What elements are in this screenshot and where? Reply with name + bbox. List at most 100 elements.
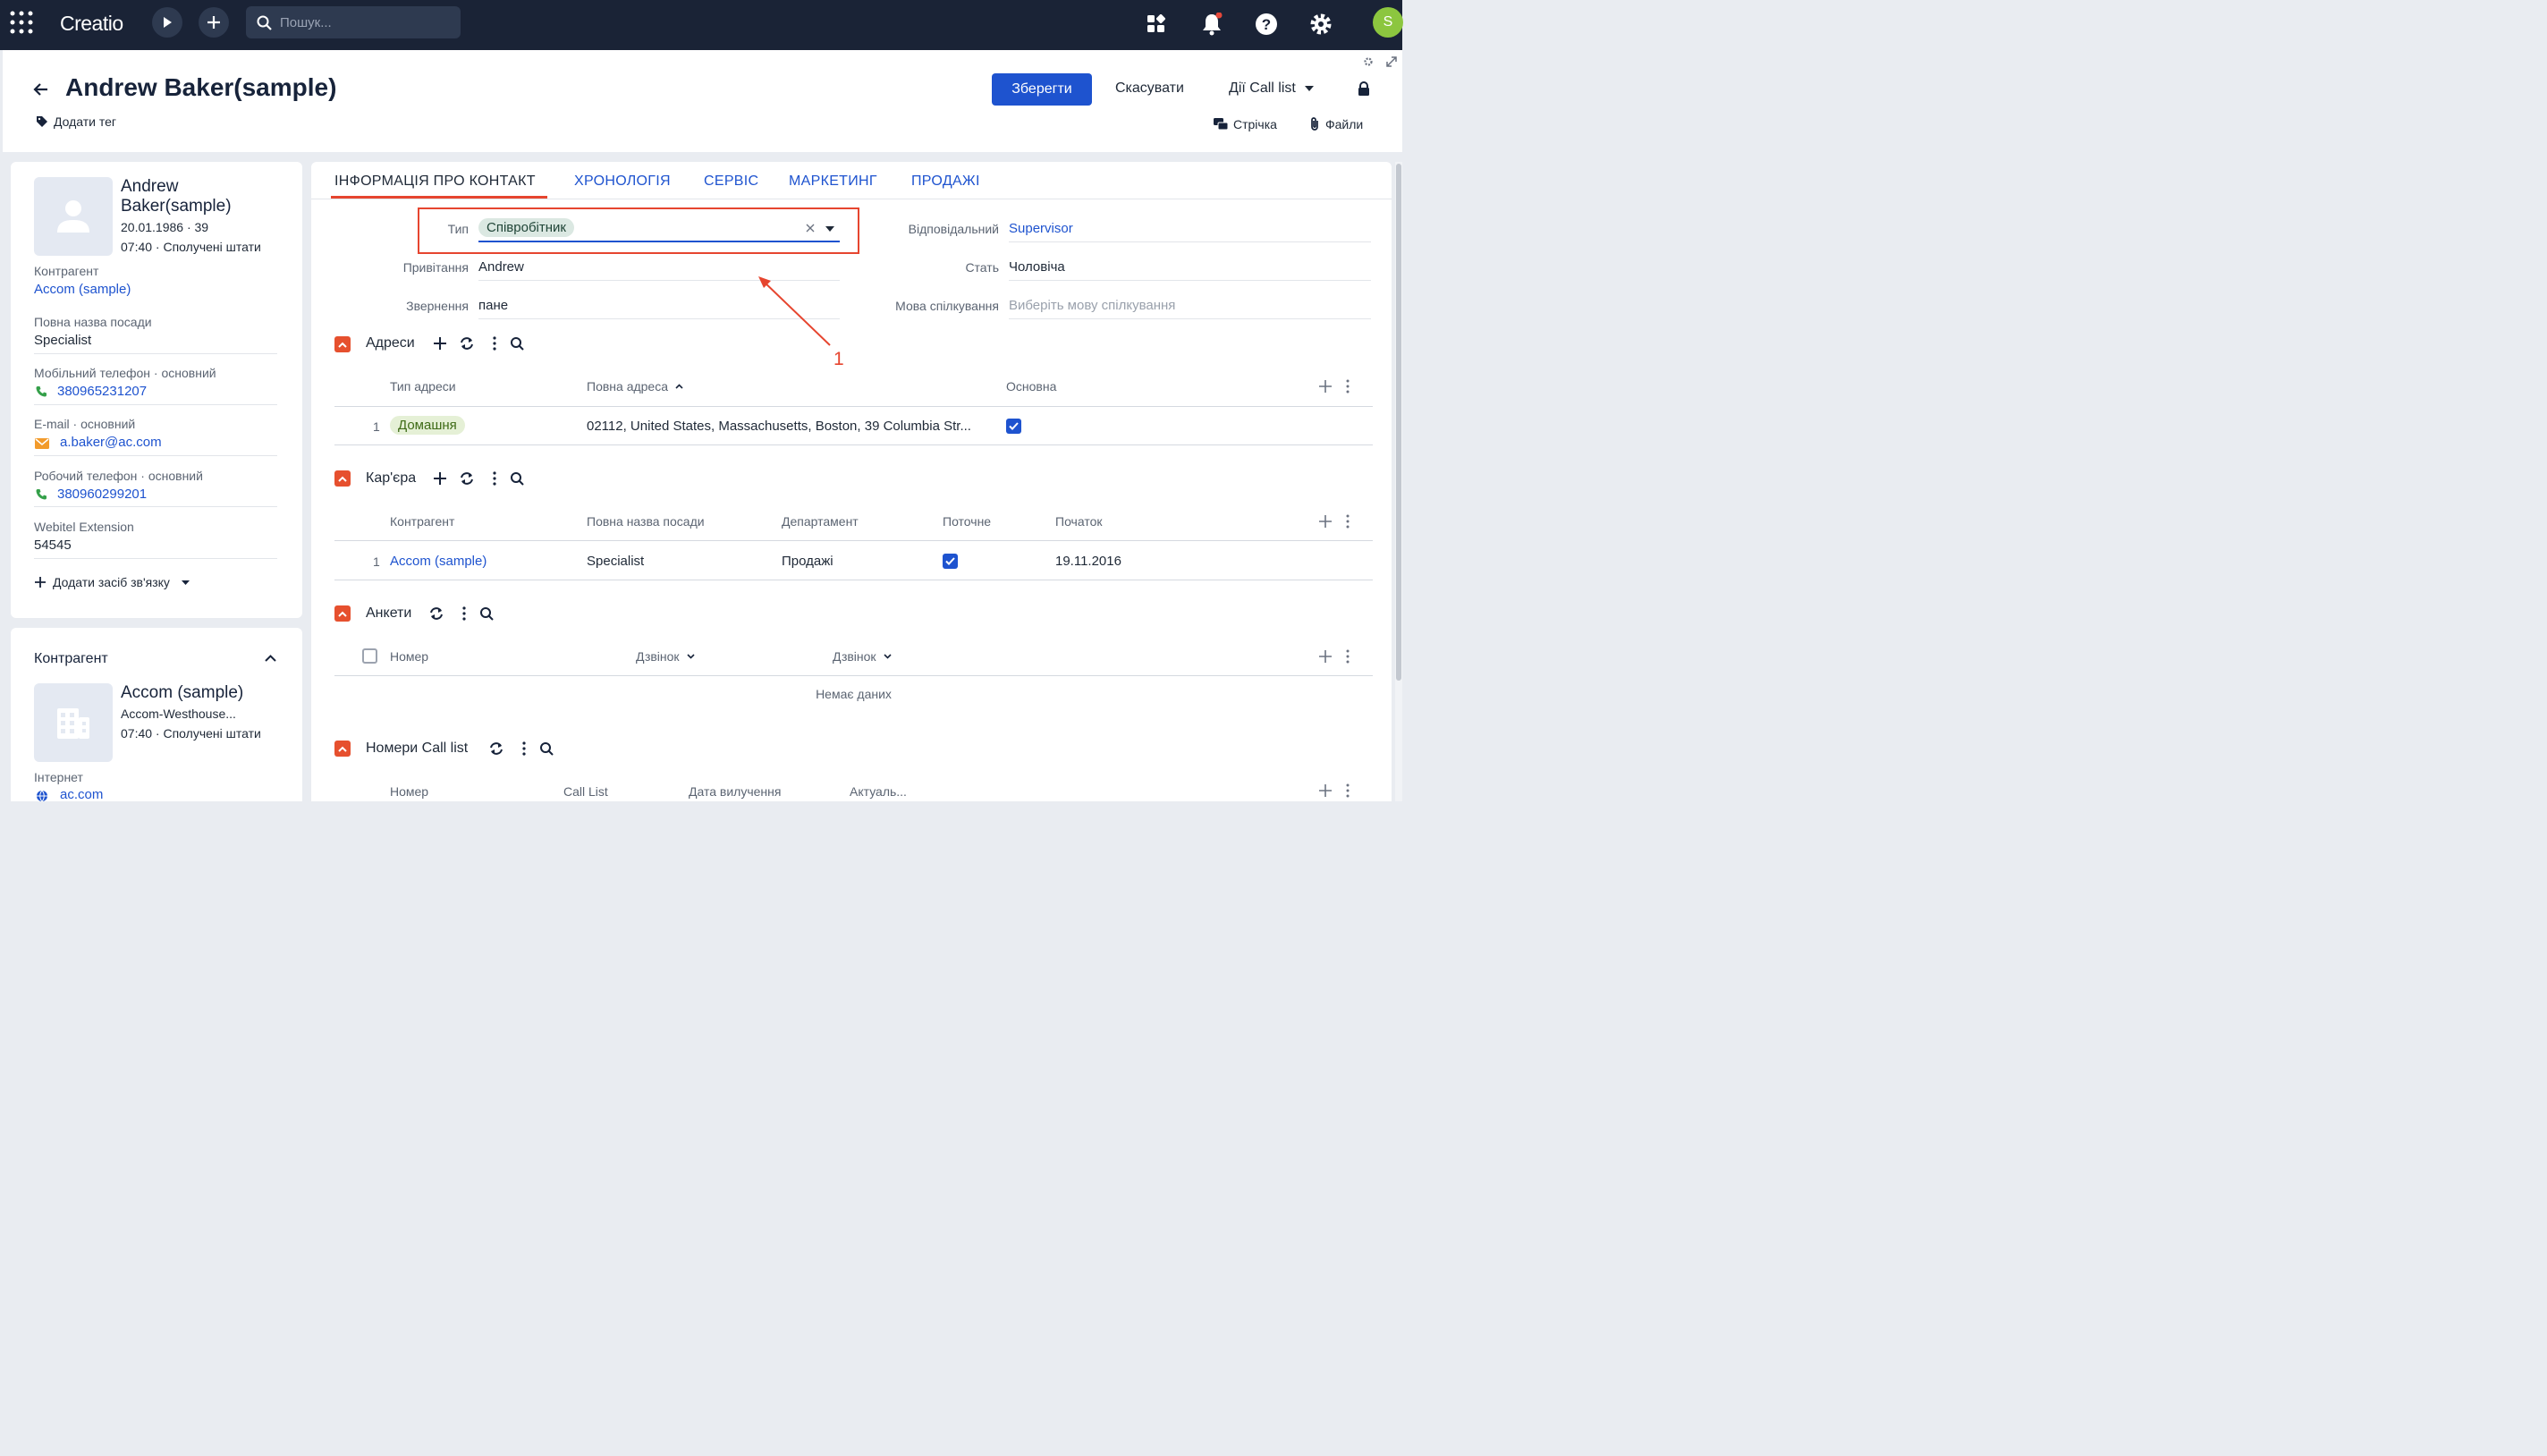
- logo[interactable]: Creatio: [60, 12, 123, 36]
- refresh-icon[interactable]: [489, 741, 503, 756]
- chevron-up-icon[interactable]: [265, 655, 276, 662]
- tab-contact-info[interactable]: ІНФОРМАЦІЯ ПРО КОНТАКТ: [334, 174, 536, 190]
- add-column-icon[interactable]: [1319, 784, 1332, 797]
- type-value-chip[interactable]: Співробітник: [478, 218, 574, 237]
- field-value-mobile[interactable]: 380965231207: [57, 384, 147, 399]
- refresh-icon[interactable]: [460, 471, 474, 486]
- kebab-menu-icon[interactable]: [1346, 649, 1350, 664]
- field-value-work-phone[interactable]: 380960299201: [57, 487, 147, 502]
- save-button[interactable]: Зберегти: [992, 73, 1092, 106]
- career-collapse-toggle[interactable]: [334, 470, 351, 487]
- account-name[interactable]: Accom (sample): [121, 683, 243, 703]
- cancel-button[interactable]: Скасувати: [1115, 80, 1184, 97]
- kebab-menu-icon[interactable]: [1346, 783, 1350, 798]
- add-contact-method-button[interactable]: Додати засіб зв'язку: [34, 575, 190, 589]
- search-icon[interactable]: [539, 741, 554, 756]
- add-icon[interactable]: [434, 337, 446, 350]
- feed-button[interactable]: Стрічка: [1214, 117, 1277, 131]
- settings-small-icon[interactable]: [1364, 57, 1373, 66]
- tab-sales[interactable]: ПРОДАЖІ: [911, 174, 980, 190]
- account-logo[interactable]: [34, 683, 113, 762]
- annotation-number: 1: [833, 349, 844, 369]
- actions-dropdown[interactable]: Дії Call list: [1229, 80, 1314, 97]
- kebab-menu-icon[interactable]: [493, 471, 496, 486]
- refresh-icon[interactable]: [460, 336, 474, 351]
- search-placeholder: Пошук...: [280, 14, 332, 30]
- contact-photo[interactable]: [34, 177, 113, 256]
- lock-icon[interactable]: [1358, 81, 1370, 97]
- current-checkbox[interactable]: [943, 554, 958, 569]
- greeting-value[interactable]: Andrew: [478, 259, 524, 275]
- field-value-email[interactable]: a.baker@ac.com: [60, 435, 162, 450]
- language-label: Мова спілкування: [895, 299, 999, 313]
- search-icon[interactable]: [510, 471, 524, 486]
- search-input[interactable]: Пошук...: [246, 6, 461, 38]
- widgets-icon[interactable]: [1141, 9, 1172, 39]
- user-avatar[interactable]: S: [1373, 7, 1403, 38]
- run-button[interactable]: [152, 7, 182, 38]
- kebab-menu-icon[interactable]: [1346, 514, 1350, 529]
- column-header-call-1[interactable]: Дзвінок: [636, 649, 695, 664]
- back-arrow-icon[interactable]: [33, 81, 49, 97]
- column-header-removal-date[interactable]: Дата вилучення: [689, 784, 781, 799]
- field-value-job[interactable]: Specialist: [34, 333, 91, 348]
- salutation-value[interactable]: пане: [478, 298, 508, 313]
- career-account-cell[interactable]: Accom (sample): [390, 554, 487, 569]
- kebab-menu-icon[interactable]: [493, 336, 496, 351]
- apps-grid-icon[interactable]: [9, 10, 34, 35]
- add-button[interactable]: [199, 7, 229, 38]
- addresses-collapse-toggle[interactable]: [334, 336, 351, 352]
- column-header-primary[interactable]: Основна: [1006, 379, 1056, 394]
- add-column-icon[interactable]: [1319, 515, 1332, 528]
- add-column-icon[interactable]: [1319, 650, 1332, 663]
- gender-value[interactable]: Чоловіча: [1009, 259, 1065, 275]
- clear-icon[interactable]: [806, 224, 815, 233]
- column-header-department[interactable]: Департамент: [782, 514, 859, 529]
- column-header-actual[interactable]: Актуаль...: [850, 784, 907, 799]
- web-value[interactable]: ac.com: [60, 787, 103, 802]
- column-header-job-title[interactable]: Повна назва посади: [587, 514, 705, 529]
- tab-timeline[interactable]: ХРОНОЛОГІЯ: [574, 174, 671, 190]
- add-icon[interactable]: [434, 472, 446, 485]
- expand-icon[interactable]: [1386, 56, 1397, 67]
- column-header-full-address[interactable]: Повна адреса: [587, 379, 683, 394]
- column-header-account[interactable]: Контрагент: [390, 514, 454, 529]
- bell-icon[interactable]: [1197, 9, 1227, 39]
- search-icon[interactable]: [479, 606, 494, 621]
- chevron-down-icon[interactable]: [825, 226, 834, 232]
- field-value-account[interactable]: Accom (sample): [34, 282, 131, 297]
- scrollbar-thumb[interactable]: [1396, 164, 1401, 681]
- add-column-icon[interactable]: [1319, 380, 1332, 393]
- column-header-number[interactable]: Номер: [390, 784, 428, 799]
- calllist-collapse-toggle[interactable]: [334, 741, 351, 757]
- language-input[interactable]: Виберіть мову спілкування: [1009, 298, 1175, 313]
- column-header-call-list[interactable]: Call List: [563, 784, 608, 799]
- kebab-menu-icon[interactable]: [462, 606, 466, 621]
- tab-service[interactable]: СЕРВІС: [704, 174, 758, 190]
- web-label: Інтернет: [34, 770, 83, 784]
- header-divider: [334, 675, 1373, 676]
- column-header-current[interactable]: Поточне: [943, 514, 991, 529]
- help-icon[interactable]: ?: [1251, 9, 1282, 39]
- column-header-start[interactable]: Початок: [1055, 514, 1102, 529]
- column-header-number[interactable]: Номер: [390, 649, 428, 664]
- kebab-menu-icon[interactable]: [522, 741, 526, 756]
- select-all-checkbox[interactable]: [362, 648, 377, 664]
- search-icon[interactable]: [510, 336, 524, 351]
- refresh-icon[interactable]: [429, 606, 444, 621]
- table-row[interactable]: [334, 541, 1373, 580]
- files-label: Файли: [1325, 117, 1364, 131]
- gear-icon[interactable]: [1306, 9, 1336, 39]
- field-value-extension[interactable]: 54545: [34, 538, 72, 553]
- account-subtitle: Accom-Westhouse...: [121, 707, 236, 721]
- column-header-call-2[interactable]: Дзвінок: [833, 649, 892, 664]
- add-tag-button[interactable]: Додати тег: [36, 114, 116, 129]
- tab-marketing[interactable]: МАРКЕТИНГ: [789, 174, 877, 190]
- files-button[interactable]: Файли: [1309, 117, 1363, 131]
- primary-checkbox[interactable]: [1006, 419, 1021, 434]
- salutation-label: Звернення: [406, 299, 469, 313]
- column-header-address-type[interactable]: Тип адреси: [390, 379, 456, 394]
- surveys-collapse-toggle[interactable]: [334, 605, 351, 622]
- kebab-menu-icon[interactable]: [1346, 379, 1350, 394]
- owner-value[interactable]: Supervisor: [1009, 221, 1073, 236]
